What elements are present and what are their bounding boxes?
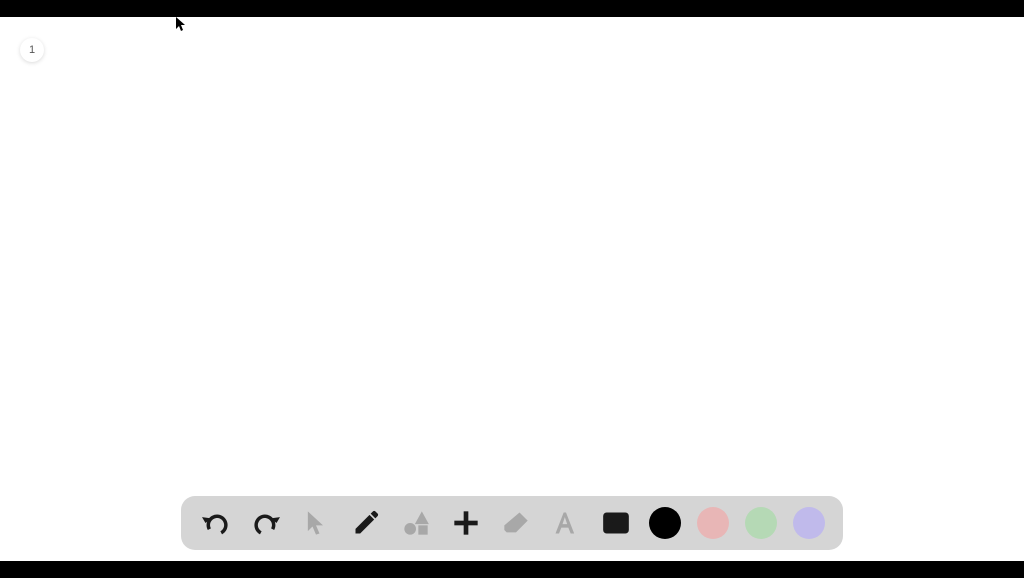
window-top-bar: [0, 0, 1024, 17]
pencil-tool-button[interactable]: [349, 506, 383, 540]
color-swatch-pink[interactable]: [697, 507, 729, 539]
pencil-icon: [352, 509, 380, 537]
text-tool-button[interactable]: [549, 506, 583, 540]
page-number-label: 1: [29, 44, 35, 56]
eraser-tool-button[interactable]: [499, 506, 533, 540]
drawing-toolbar: [181, 496, 843, 550]
color-swatch-black[interactable]: [649, 507, 681, 539]
plus-icon: [452, 509, 480, 537]
text-icon: [552, 509, 580, 537]
page-number-badge[interactable]: 1: [20, 38, 44, 62]
eraser-icon: [502, 509, 530, 537]
select-tool-button[interactable]: [299, 506, 333, 540]
window-bottom-bar: [0, 561, 1024, 578]
undo-icon: [202, 509, 230, 537]
undo-button[interactable]: [199, 506, 233, 540]
image-tool-button[interactable]: [599, 506, 633, 540]
redo-icon: [252, 509, 280, 537]
color-swatch-green[interactable]: [745, 507, 777, 539]
shapes-icon: [402, 509, 430, 537]
image-icon: [602, 509, 630, 537]
add-tool-button[interactable]: [449, 506, 483, 540]
shapes-tool-button[interactable]: [399, 506, 433, 540]
redo-button[interactable]: [249, 506, 283, 540]
color-swatch-purple[interactable]: [793, 507, 825, 539]
drawing-canvas[interactable]: [0, 17, 1024, 561]
pointer-icon: [302, 509, 330, 537]
mouse-cursor-icon: [176, 17, 188, 33]
